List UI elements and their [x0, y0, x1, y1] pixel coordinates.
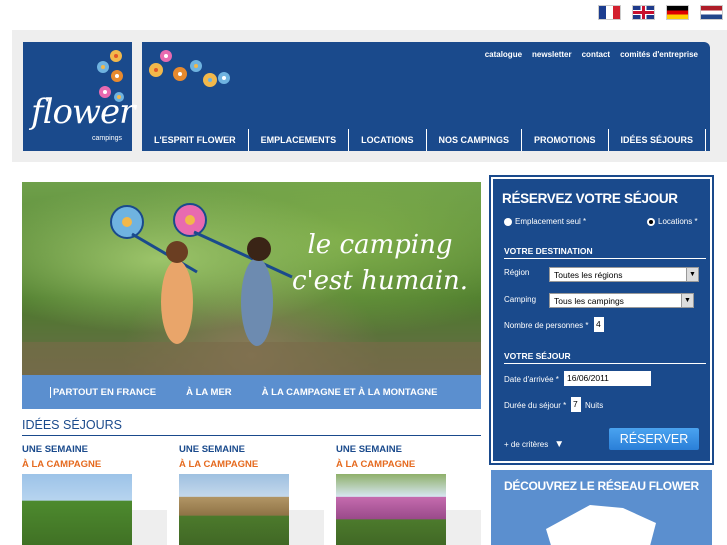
catalogue-link[interactable]: catalogue	[485, 50, 522, 59]
hero-banner: le camping c'est humain. PARTOUT EN FRAN…	[22, 182, 481, 409]
duration-label: Durée du séjour *	[504, 401, 567, 410]
persons-input[interactable]: 4	[594, 317, 604, 332]
contact-link[interactable]: contact	[582, 50, 610, 59]
tab-partout-en-france[interactable]: PARTOUT EN FRANCE	[50, 386, 171, 398]
hero-photo[interactable]: le camping c'est humain.	[22, 182, 481, 375]
idea-shadow	[132, 510, 167, 545]
ideas-section-title: IDÉES SÉJOURS	[22, 418, 481, 436]
corporate-committees-link[interactable]: comités d'entreprise	[620, 50, 698, 59]
stay-section-title: VOTRE SÉJOUR	[504, 351, 706, 364]
radio-locations-label: Locations *	[658, 217, 698, 226]
france-map[interactable]	[546, 505, 656, 545]
radio-emplacement-icon[interactable]	[504, 217, 512, 226]
idea-location: À LA CAMPAGNE	[336, 459, 416, 470]
idea-shadow	[446, 510, 481, 545]
persons-label: Nombre de personnes *	[504, 321, 589, 330]
discover-title: DÉCOUVREZ LE RÉSEAU FLOWER	[504, 479, 699, 493]
camping-label: Camping	[504, 295, 537, 304]
triangle-down-icon[interactable]: ▼	[554, 439, 564, 450]
flowers-decoration-icon	[149, 50, 230, 87]
reserve-button[interactable]: RÉSERVER	[609, 428, 699, 450]
tab-a-la-mer[interactable]: À LA MER	[171, 387, 247, 398]
dutch-flag-icon[interactable]	[700, 5, 723, 20]
chevron-down-icon[interactable]: ▼	[686, 268, 698, 281]
duration-unit: Nuits	[585, 401, 604, 410]
destination-section-title: VOTRE DESTINATION	[504, 246, 706, 259]
region-label: Région	[504, 268, 530, 277]
nav-item-locations[interactable]: LOCATIONS	[349, 129, 427, 151]
hero-slogan: le camping c'est humain.	[291, 230, 469, 296]
newsletter-link[interactable]: newsletter	[532, 50, 572, 59]
idea-shadow	[289, 510, 324, 545]
reservation-title: RÉSERVEZ VOTRE SÉJOUR	[502, 191, 678, 206]
camping-select-value: Tous les campings	[554, 296, 624, 306]
nav-item-nos-campings[interactable]: NOS CAMPINGS	[427, 129, 523, 151]
reservation-panel: RÉSERVEZ VOTRE SÉJOUR Emplacement seul *…	[489, 175, 714, 465]
arrival-date-label: Date d'arrivée *	[504, 375, 559, 384]
idea-card[interactable]: UNE SEMAINE À LA CAMPAGNE	[336, 444, 481, 545]
main-nav: L'ESPRIT FLOWER EMPLACEMENTS LOCATIONS N…	[142, 129, 707, 151]
english-flag-icon[interactable]	[632, 5, 655, 20]
arrival-date-input[interactable]: 16/06/2011	[564, 371, 651, 386]
more-criteria-link[interactable]: + de critères ▼	[504, 439, 564, 450]
idea-card[interactable]: UNE SEMAINE À LA CAMPAGNE	[179, 444, 324, 545]
nav-item-esprit-flower[interactable]: L'ESPRIT FLOWER	[142, 129, 249, 151]
more-criteria-label: + de critères	[504, 440, 549, 449]
logo[interactable]: flower campings	[23, 42, 135, 151]
german-flag-icon[interactable]	[666, 5, 689, 20]
camping-select[interactable]: Tous les campings ▼	[549, 293, 694, 308]
idea-thumbnail[interactable]	[22, 474, 132, 545]
hero-tabs: PARTOUT EN FRANCE À LA MER À LA CAMPAGNE…	[22, 375, 481, 409]
idea-location: À LA CAMPAGNE	[22, 459, 102, 470]
navigation-panel: catalogue newsletter contact comités d'e…	[142, 42, 710, 151]
idea-duration: UNE SEMAINE	[179, 444, 245, 455]
tab-campagne-montagne[interactable]: À LA CAMPAGNE ET À LA MONTAGNE	[247, 387, 453, 398]
top-links: catalogue newsletter contact comités d'e…	[485, 50, 698, 59]
duration-input[interactable]: 7	[571, 397, 581, 412]
idea-duration: UNE SEMAINE	[336, 444, 402, 455]
region-select-value: Toutes les régions	[554, 270, 623, 280]
nav-item-promotions[interactable]: PROMOTIONS	[522, 129, 609, 151]
logo-subtitle: campings	[92, 135, 122, 142]
region-select[interactable]: Toutes les régions ▼	[549, 267, 699, 282]
idea-location: À LA CAMPAGNE	[179, 459, 259, 470]
radio-emplacement[interactable]: Emplacement seul *	[504, 217, 586, 226]
header: flower campings catalogue newsletter con…	[12, 30, 727, 162]
radio-locations[interactable]: Locations *	[647, 217, 698, 226]
idea-thumbnail[interactable]	[179, 474, 289, 545]
nav-item-emplacements[interactable]: EMPLACEMENTS	[249, 129, 350, 151]
idea-duration: UNE SEMAINE	[22, 444, 88, 455]
page: flower campings catalogue newsletter con…	[0, 0, 727, 545]
nav-item-idees-sejours[interactable]: IDÉES SÉJOURS	[609, 129, 707, 151]
logo-text: flower	[31, 92, 135, 132]
idea-card[interactable]: UNE SEMAINE À LA CAMPAGNE	[22, 444, 167, 545]
radio-locations-icon[interactable]	[647, 217, 655, 226]
radio-emplacement-label: Emplacement seul *	[515, 217, 587, 226]
chevron-down-icon[interactable]: ▼	[681, 294, 693, 307]
idea-thumbnail[interactable]	[336, 474, 446, 545]
discover-network-panel[interactable]: DÉCOUVREZ LE RÉSEAU FLOWER	[491, 470, 712, 545]
language-flags	[598, 5, 723, 20]
french-flag-icon[interactable]	[598, 5, 621, 20]
